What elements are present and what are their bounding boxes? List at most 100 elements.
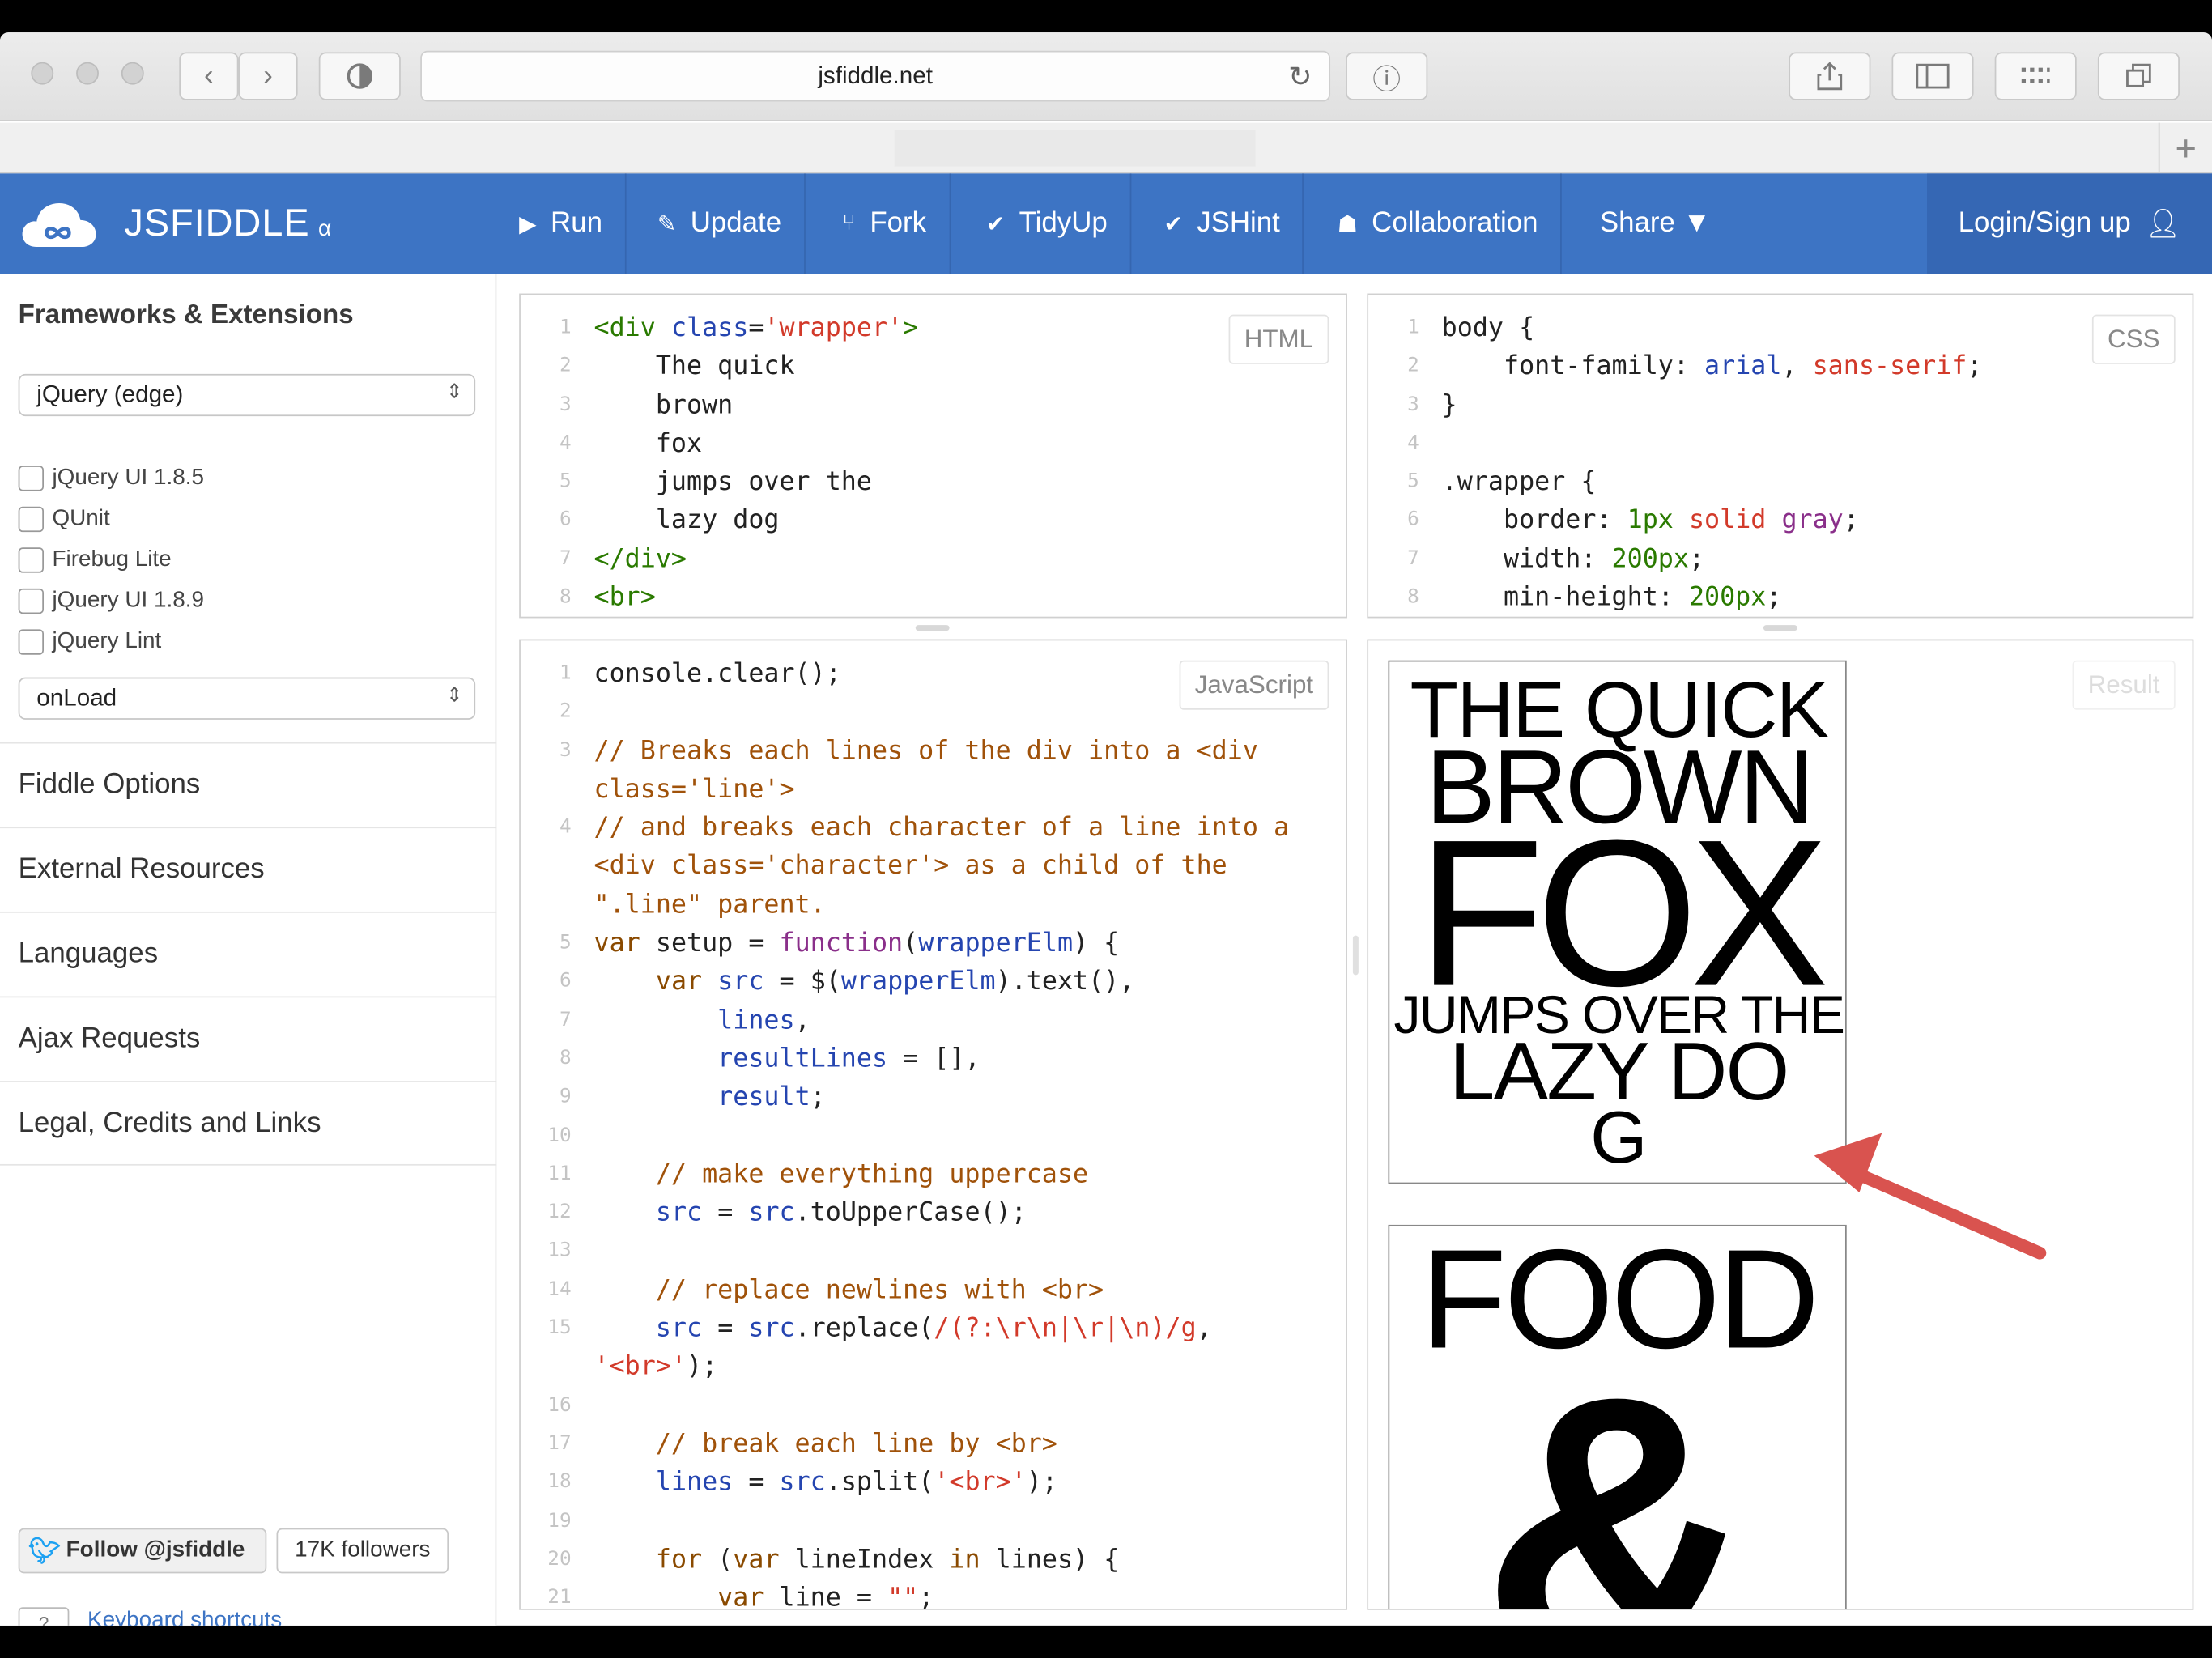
css-panel[interactable]: CSS 1 body { 2 font-family: arial, sans-s… xyxy=(1367,293,2194,619)
pencil-icon: ✎ xyxy=(657,212,677,236)
checkbox[interactable] xyxy=(18,547,45,573)
code-line: 4 fox xyxy=(559,428,703,459)
share-button[interactable] xyxy=(1789,52,1871,100)
code-line: <div class='character'> as a child of th… xyxy=(593,851,1227,882)
javascript-panel[interactable]: JavaScript 1 console.clear(); 2 3// Break… xyxy=(519,639,1347,1610)
ext-firebug-lite[interactable]: Firebug Lite xyxy=(18,547,172,573)
keyboard-icon: ? xyxy=(18,1607,70,1626)
code-line: 5 var setup = function(wrapperElm) { xyxy=(559,929,1120,959)
html-js-resize-handle[interactable] xyxy=(915,625,950,631)
code-line: 15 src = src.replace(/(?:\r\n|\r|\n)/g, xyxy=(547,1313,1212,1344)
ext-label: Firebug Lite xyxy=(52,547,172,572)
brand[interactable]: JSFIDDLE α xyxy=(0,173,494,274)
jshint-button[interactable]: ✔ JSHint xyxy=(1142,173,1304,274)
sidebar: Frameworks & Extensions jQuery (edge) ⇕ … xyxy=(0,274,497,1626)
follow-label: Follow @jsfiddle xyxy=(66,1537,245,1562)
zoom-window-button[interactable] xyxy=(121,62,144,85)
updown-icon: ⇕ xyxy=(446,682,463,706)
run-label: Run xyxy=(551,207,603,239)
code-line: 12 src = src.toUpperCase(); xyxy=(547,1198,1027,1228)
checkbox[interactable] xyxy=(18,629,45,655)
load-type-select[interactable]: onLoad ⇕ xyxy=(18,677,476,720)
check-icon: ✔ xyxy=(1163,212,1183,236)
sidebar-toggle-button[interactable] xyxy=(1891,52,1974,100)
tabs-overview-button[interactable] xyxy=(2097,52,2180,100)
checkbox[interactable] xyxy=(18,466,45,491)
user-icon: 👤︎ xyxy=(2145,208,2181,240)
browser-window: ‹ › jsfiddle.net ↻ ⓘ + JSFIDDLE α ▶ Run … xyxy=(0,32,2212,1626)
frameworks-title: Frameworks & Extensions xyxy=(18,300,354,330)
share-label: Share ▼ xyxy=(1599,207,1712,239)
tabs-icon xyxy=(2126,63,2151,87)
ext-jquery-ui-189[interactable]: jQuery UI 1.8.9 xyxy=(18,588,204,614)
twitter-follow-button[interactable]: 🐦︎ Follow @jsfiddle xyxy=(18,1528,267,1574)
javascript-editor[interactable]: 1 console.clear(); 2 3// Breaks each line… xyxy=(521,655,1346,1610)
code-line: 18 lines = src.split('<br>'); xyxy=(547,1468,1057,1498)
section-legal[interactable]: Legal, Credits and Links xyxy=(0,1081,497,1166)
reader-info-button[interactable]: ⓘ xyxy=(1346,52,1428,100)
login-button[interactable]: Login/Sign up 👤︎ xyxy=(1927,173,2212,274)
minimize-window-button[interactable] xyxy=(76,62,99,85)
ext-qunit[interactable]: QUnit xyxy=(18,506,110,533)
code-line: 7 width: 200px; xyxy=(1407,544,1705,575)
ext-label: QUnit xyxy=(52,506,110,531)
privacy-button[interactable] xyxy=(318,52,401,100)
framework-select[interactable]: jQuery (edge) ⇕ xyxy=(18,373,476,417)
reload-icon[interactable]: ↻ xyxy=(1288,59,1312,95)
html-editor[interactable]: 1 <div class='wrapper'> 2 The quick 3 bro… xyxy=(521,309,1346,617)
ext-jquery-ui-185[interactable]: jQuery UI 1.8.5 xyxy=(18,466,204,491)
followers-count[interactable]: 17K followers xyxy=(276,1528,449,1574)
load-select-value: onLoad xyxy=(36,684,117,712)
result-panel-label: Result xyxy=(2072,660,2176,710)
code-line: 14 // replace newlines with <br> xyxy=(547,1275,1104,1305)
close-window-button[interactable] xyxy=(31,62,54,85)
tab-bar: + xyxy=(0,122,2212,174)
browser-toolbar: ‹ › jsfiddle.net ↻ ⓘ xyxy=(0,32,2212,121)
users-icon: ☗ xyxy=(1337,212,1358,236)
code-line: 2 xyxy=(559,700,572,723)
keyboard-shortcuts-link[interactable]: Keyboard shortcuts xyxy=(87,1609,282,1626)
result-line: & xyxy=(1481,1319,1757,1610)
code-line: ".line" parent. xyxy=(593,890,826,920)
collaboration-button[interactable]: ☗ Collaboration xyxy=(1315,173,1563,274)
result-wrapper-1: THE QUICK BROWN FOX JUMPS OVER THE LAZY … xyxy=(1388,660,1847,1184)
new-tab-button[interactable]: + xyxy=(2158,122,2212,174)
address-bar[interactable]: jsfiddle.net ↻ xyxy=(420,50,1331,102)
fork-button[interactable]: ⑂ Fork xyxy=(819,173,951,274)
back-button[interactable]: ‹ xyxy=(179,52,239,100)
fork-label: Fork xyxy=(870,207,927,239)
fork-icon: ⑂ xyxy=(842,210,856,236)
code-line: '<br>'); xyxy=(593,1352,718,1382)
share-menu-button[interactable]: Share ▼ xyxy=(1577,173,1733,274)
section-fiddle-options[interactable]: Fiddle Options xyxy=(0,742,497,827)
checkbox[interactable] xyxy=(18,506,45,533)
section-ajax-requests[interactable]: Ajax Requests xyxy=(0,996,497,1082)
checkbox[interactable] xyxy=(18,588,45,614)
ext-label: jQuery Lint xyxy=(52,629,162,653)
section-external-resources[interactable]: External Resources xyxy=(0,827,497,912)
code-line: 8 <br> xyxy=(559,582,656,613)
css-result-resize-handle[interactable] xyxy=(1763,625,1797,631)
code-line: 11 // make everything uppercase xyxy=(547,1159,1089,1190)
updown-icon: ⇕ xyxy=(446,379,463,402)
result-panel[interactable]: Result THE QUICK BROWN FOX JUMPS OVER TH… xyxy=(1367,639,2194,1610)
code-line: class='line'> xyxy=(593,774,795,805)
tab-placeholder[interactable] xyxy=(894,130,1256,167)
run-button[interactable]: ▶ Run xyxy=(496,173,627,274)
code-line: 3 brown xyxy=(559,390,734,420)
tidyup-button[interactable]: ✔ TidyUp xyxy=(963,173,1132,274)
section-languages[interactable]: Languages xyxy=(0,911,497,997)
update-button[interactable]: ✎ Update xyxy=(635,173,806,274)
code-line: 2 font-family: arial, sans-serif; xyxy=(1407,351,1983,382)
code-line: 1 console.clear(); xyxy=(559,658,841,689)
code-line: 3} xyxy=(1407,390,1457,420)
vertical-resize-handle[interactable] xyxy=(1352,935,1359,976)
top-sites-button[interactable] xyxy=(1994,52,2077,100)
ext-jquery-lint[interactable]: jQuery Lint xyxy=(18,629,162,655)
css-editor[interactable]: 1 body { 2 font-family: arial, sans-serif… xyxy=(1368,309,2193,617)
code-line: 7 lines, xyxy=(559,1005,810,1035)
html-panel[interactable]: HTML 1 <div class='wrapper'> 2 The quick … xyxy=(519,293,1347,619)
forward-button[interactable]: › xyxy=(238,52,298,100)
code-line: 21 var line = ""; xyxy=(547,1583,934,1610)
code-line: 4 xyxy=(1407,432,1419,455)
